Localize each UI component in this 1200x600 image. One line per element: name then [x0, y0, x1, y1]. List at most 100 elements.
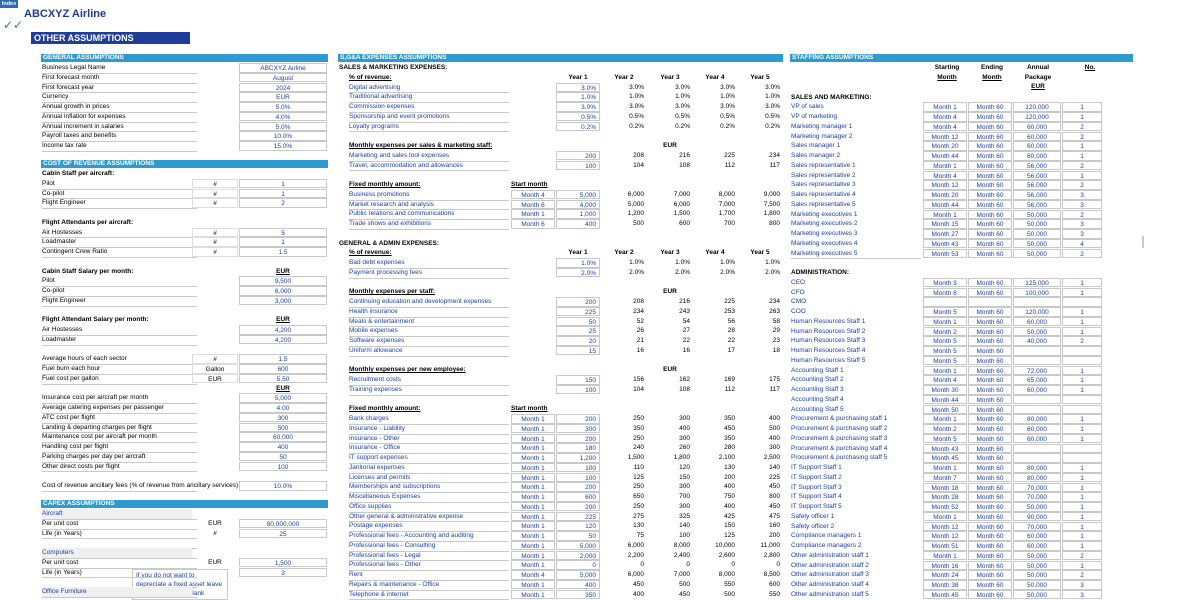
start-month-input[interactable]: Month 53 — [923, 248, 967, 259]
end-month-input[interactable]: Month 60 — [968, 541, 1012, 551]
headcount-input[interactable]: 1 — [1062, 511, 1102, 522]
input-cell[interactable]: 3,000 — [239, 295, 327, 306]
annual-package-input[interactable]: 60,000 — [1013, 424, 1061, 434]
year-value[interactable]: 300 — [556, 423, 600, 434]
end-month-input[interactable]: Month 60 — [968, 141, 1012, 151]
annual-package-input[interactable] — [1013, 443, 1061, 454]
annual-package-input[interactable]: 50,000 — [1013, 560, 1061, 571]
headcount-input[interactable]: 1 — [1062, 424, 1102, 434]
end-month-input[interactable]: Month 60 — [968, 170, 1012, 181]
start-month-input[interactable]: Month 1 — [511, 414, 555, 424]
year-value[interactable]: 0.5% — [556, 111, 600, 122]
start-month-input[interactable]: Month 6 — [923, 287, 967, 298]
end-month-input[interactable]: Month 60 — [968, 521, 1012, 532]
input-cell[interactable]: 25 — [239, 528, 327, 539]
input-cell[interactable]: 1 — [239, 178, 327, 189]
end-month-input[interactable]: Month 60 — [968, 346, 1012, 356]
headcount-input[interactable]: 1 — [1062, 277, 1102, 288]
input-cell[interactable]: 1.5 — [239, 354, 327, 364]
end-month-input[interactable]: Month 60 — [968, 375, 1012, 385]
start-month-input[interactable]: Month 28 — [923, 492, 967, 502]
start-month-input[interactable]: Month 20 — [923, 141, 967, 151]
start-month-input[interactable]: Month 45 — [923, 453, 967, 463]
start-month-input[interactable]: Month 5 — [923, 336, 967, 346]
start-month-input[interactable]: Month 4 — [923, 121, 967, 132]
annual-package-input[interactable]: 72,000 — [1013, 365, 1061, 376]
start-month-input[interactable]: Month 1 — [923, 365, 967, 376]
annual-package-input[interactable]: 56,000 — [1013, 160, 1061, 171]
start-month-input[interactable]: Month 1 — [511, 492, 555, 502]
input-cell[interactable]: 9,500 — [239, 276, 327, 286]
annual-package-input[interactable]: 60,000 — [1013, 316, 1061, 327]
start-month-input[interactable]: Month 1 — [511, 540, 555, 551]
input-cell[interactable]: 1,500 — [239, 557, 327, 568]
year-value[interactable]: 180 — [556, 443, 600, 453]
year-value[interactable]: 200 — [556, 501, 600, 512]
headcount-input[interactable] — [1062, 297, 1102, 307]
headcount-input[interactable]: 1 — [1062, 472, 1102, 483]
headcount-input[interactable]: 1 — [1062, 375, 1102, 385]
index-tab[interactable]: Index — [0, 0, 18, 8]
end-month-input[interactable]: Month 60 — [968, 580, 1012, 590]
start-month-input[interactable]: Month 1 — [923, 160, 967, 171]
input-cell[interactable]: 10.0% — [239, 481, 327, 491]
year-value[interactable]: 3.0% — [556, 102, 600, 112]
end-month-input[interactable]: Month 60 — [968, 121, 1012, 132]
input-cell[interactable]: 50 — [239, 451, 327, 462]
year-value[interactable]: 50 — [556, 316, 600, 327]
start-month-input[interactable]: Month 1 — [511, 433, 555, 444]
annual-package-input[interactable]: 56,000 — [1013, 170, 1061, 181]
headcount-input[interactable]: 1 — [1062, 326, 1102, 337]
year-value[interactable]: 1.0% — [556, 92, 600, 102]
annual-package-input[interactable]: 60,000 — [1013, 541, 1061, 551]
year-value[interactable]: 200 — [556, 482, 600, 492]
start-month-input[interactable]: Month 1 — [511, 579, 555, 590]
input-cell[interactable]: ABCXYZ Airline — [239, 63, 327, 73]
input-cell[interactable]: 1 — [239, 237, 327, 247]
year-value[interactable]: 5,000 — [556, 540, 600, 551]
annual-package-input[interactable]: 120,000 — [1013, 307, 1061, 317]
headcount-input[interactable] — [1062, 394, 1102, 405]
start-month-input[interactable]: Month 43 — [923, 443, 967, 454]
end-month-input[interactable]: Month 60 — [968, 209, 1012, 220]
start-month-input[interactable]: Month 7 — [923, 472, 967, 483]
annual-package-input[interactable]: 120,000 — [1013, 102, 1061, 112]
annual-package-input[interactable] — [1013, 394, 1061, 405]
headcount-input[interactable]: 2 — [1062, 121, 1102, 132]
start-month-input[interactable]: Month 5 — [923, 355, 967, 366]
end-month-input[interactable]: Month 60 — [968, 589, 1012, 600]
annual-package-input[interactable]: 70,000 — [1013, 482, 1061, 493]
headcount-input[interactable]: 2 — [1062, 248, 1102, 259]
start-month-input[interactable]: Month 1 — [511, 472, 555, 483]
annual-package-input[interactable]: 80,000 — [1013, 414, 1061, 424]
end-month-input[interactable]: Month 60 — [968, 355, 1012, 366]
end-month-input[interactable]: Month 60 — [968, 511, 1012, 522]
annual-package-input[interactable]: 70,000 — [1013, 521, 1061, 532]
annual-package-input[interactable]: 60,000 — [1013, 121, 1061, 132]
end-month-input[interactable]: Month 60 — [968, 219, 1012, 229]
end-month-input[interactable]: Month 60 — [968, 102, 1012, 112]
annual-package-input[interactable]: 50,000 — [1013, 209, 1061, 220]
start-month-input[interactable]: Month 44 — [923, 199, 967, 210]
start-month-input[interactable]: Month 44 — [923, 394, 967, 405]
year-value[interactable]: 100 — [556, 160, 600, 171]
annual-package-input[interactable]: 50,000 — [1013, 570, 1061, 580]
headcount-input[interactable]: 3 — [1062, 190, 1102, 200]
start-month-input[interactable]: Month 30 — [923, 385, 967, 395]
year-value[interactable]: 200 — [556, 414, 600, 424]
end-month-input[interactable]: Month 60 — [968, 463, 1012, 473]
input-cell[interactable]: 4,200 — [239, 325, 327, 335]
year-value[interactable]: 225 — [556, 306, 600, 317]
start-month-input[interactable]: Month 50 — [923, 404, 967, 415]
annual-package-input[interactable]: 50,000 — [1013, 229, 1061, 239]
annual-package-input[interactable]: 60,000 — [1013, 141, 1061, 151]
end-month-input[interactable]: Month 60 — [968, 472, 1012, 483]
year-value[interactable]: 200 — [556, 297, 600, 307]
start-month-input[interactable]: Month 6 — [511, 219, 555, 229]
input-cell[interactable]: 5.0% — [239, 102, 327, 112]
start-month-input[interactable]: Month 43 — [923, 238, 967, 249]
end-month-input[interactable]: Month 60 — [968, 385, 1012, 395]
year-value[interactable]: 200 — [556, 433, 600, 444]
year-value[interactable]: 120 — [556, 521, 600, 531]
input-cell[interactable]: 5 — [239, 227, 327, 238]
